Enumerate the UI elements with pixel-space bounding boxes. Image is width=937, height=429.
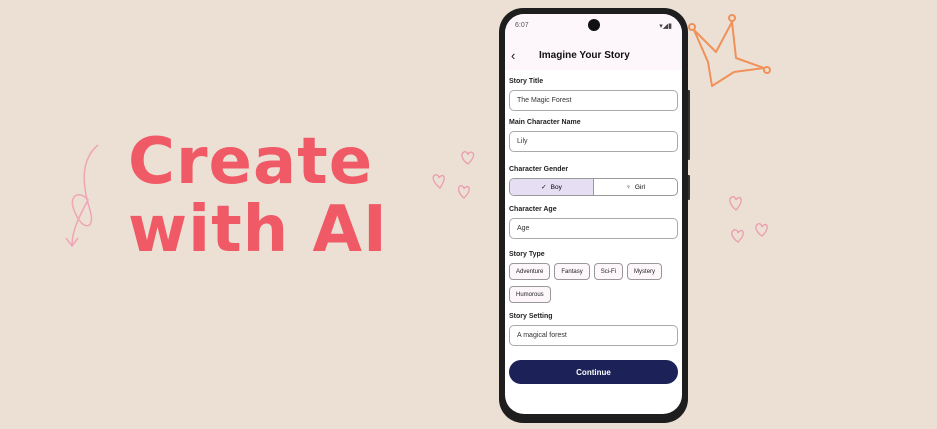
story-setting-input[interactable]: A magical forest (509, 325, 678, 346)
story-title-label: Story Title (509, 78, 544, 85)
status-time: 6:07 (515, 22, 529, 29)
hearts-icon (432, 151, 475, 199)
female-icon: ♀ (626, 183, 631, 191)
hero-line-1: Create (128, 125, 374, 199)
gender-label: Character Gender (509, 166, 569, 173)
gender-option-boy[interactable]: ✓ Boy (510, 179, 594, 195)
status-icons: ▾◢▮ (659, 23, 672, 30)
gender-option-label: Boy (550, 183, 562, 191)
hearts-icon (729, 196, 768, 243)
age-input[interactable]: Age (509, 218, 678, 239)
hero-heading: Create with AI (128, 128, 388, 264)
story-type-chips: Adventure Fantasy Sci-Fi Mystery Humorou… (509, 263, 678, 303)
app-header: ‹ Imagine Your Story (505, 40, 682, 70)
camera-cutout (588, 19, 600, 31)
status-bar: 6:07 ▾◢▮ (505, 14, 682, 40)
age-label: Character Age (509, 206, 557, 213)
story-title-input[interactable]: The Magic Forest (509, 90, 678, 111)
gender-segmented-control: ✓ Boy ♀ Girl (509, 178, 678, 196)
app-screen: 6:07 ▾◢▮ ‹ Imagine Your Story Story Titl… (505, 14, 682, 414)
gender-option-label: Girl (634, 183, 645, 191)
hero-line-2: with AI (128, 193, 388, 267)
character-name-input[interactable]: Lily (509, 131, 678, 152)
crown-icon (688, 14, 771, 87)
chip-humorous[interactable]: Humorous (509, 286, 551, 303)
chip-adventure[interactable]: Adventure (509, 263, 551, 280)
chip-sci-fi[interactable]: Sci-Fi (593, 263, 624, 280)
character-name-label: Main Character Name (509, 119, 581, 126)
chip-mystery[interactable]: Mystery (627, 263, 663, 280)
curly-arrow-icon (65, 144, 99, 248)
gender-option-girl[interactable]: ♀ Girl (594, 179, 677, 195)
story-form: Story Title The Magic Forest Main Charac… (505, 78, 682, 384)
chip-fantasy[interactable]: Fantasy (554, 263, 590, 280)
page-title: Imagine Your Story (539, 49, 630, 61)
phone-frame: 6:07 ▾◢▮ ‹ Imagine Your Story Story Titl… (499, 8, 688, 423)
check-icon: ✓ (541, 184, 547, 191)
continue-button[interactable]: Continue (509, 360, 678, 384)
chevron-left-icon[interactable]: ‹ (511, 48, 527, 63)
story-setting-label: Story Setting (509, 313, 553, 320)
story-type-label: Story Type (509, 251, 545, 258)
